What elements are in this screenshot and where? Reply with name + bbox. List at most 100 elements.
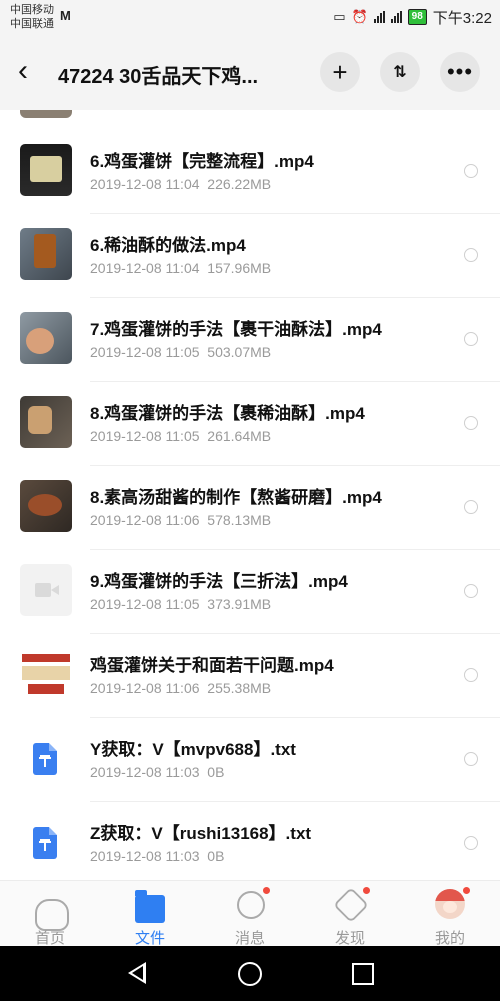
signal-icon-1 <box>373 11 385 23</box>
video-thumbnail <box>20 144 72 196</box>
file-meta: 2019-12-08 11:05 261.64MB <box>90 428 271 444</box>
system-recents-icon[interactable] <box>352 963 374 985</box>
nav-files[interactable]: 文件 <box>100 885 200 947</box>
nav-label: 消息 <box>234 930 265 947</box>
r1 <box>22 654 70 662</box>
avatar-icon <box>435 889 465 919</box>
file-name: 9.鸡蛋灌饼的手法【三折法】.mp4 <box>90 572 348 591</box>
system-nav-bar <box>0 946 500 1001</box>
stem <box>44 755 46 767</box>
sort-icon: ⇅ <box>393 64 407 81</box>
carrier-2: 中国联通 <box>10 18 54 30</box>
file-size: 261.64MB <box>207 428 272 444</box>
text-file-icon <box>33 827 57 859</box>
nav-me[interactable]: 我的 <box>400 885 500 947</box>
file-meta: 2019-12-08 11:04 226.22MB <box>90 176 271 192</box>
file-list[interactable]: 6.鸡蛋灌饼【完整流程】.mp4 2019-12-08 11:04 226.22… <box>0 110 500 880</box>
file-name: Z获取：V【rushi13168】.txt <box>90 824 312 843</box>
video-thumbnail <box>20 648 72 700</box>
file-date: 2019-12-08 <box>90 344 162 360</box>
page-title: 47224 30舌品天下鸡... <box>58 66 259 88</box>
carrier-info: 中国移动 中国联通 <box>10 3 54 31</box>
notification-dot <box>263 887 270 894</box>
file-date: 2019-12-08 <box>90 680 162 696</box>
file-size: 578.13MB <box>207 512 272 528</box>
file-row[interactable]: 8.素高汤甜酱的制作【熬酱研磨】.mp4 2019-12-08 11:06 57… <box>0 466 500 550</box>
select-radio[interactable] <box>464 416 478 430</box>
file-name: 鸡蛋灌饼关于和面若干问题.mp4 <box>90 656 334 675</box>
file-size: 0B <box>207 764 225 780</box>
file-time: 11:03 <box>165 848 200 864</box>
cast-icon: ▭ <box>333 9 346 24</box>
text-file-icon <box>33 743 57 775</box>
file-time: 11:05 <box>165 344 200 360</box>
r2 <box>22 666 70 680</box>
file-row[interactable]: 8.鸡蛋灌饼的手法【裹稀油酥】.mp4 2019-12-08 11:05 261… <box>0 382 500 466</box>
file-meta: 2019-12-08 11:05 373.91MB <box>90 596 271 612</box>
file-row[interactable]: 7.鸡蛋灌饼的手法【裹干油酥法】.mp4 2019-12-08 11:05 50… <box>0 298 500 382</box>
file-meta: 2019-12-08 11:05 503.07MB <box>90 344 271 360</box>
file-row[interactable]: 9.鸡蛋灌饼的手法【三折法】.mp4 2019-12-08 11:05 373.… <box>0 550 500 634</box>
file-time: 11:05 <box>165 596 200 612</box>
video-placeholder-thumbnail <box>20 564 72 616</box>
folder-icon <box>135 890 165 923</box>
file-date: 2019-12-08 <box>90 512 162 528</box>
file-row[interactable]: 6.稀油酥的做法.mp4 2019-12-08 11:04 157.96MB <box>0 214 500 298</box>
file-time: 11:05 <box>165 428 200 444</box>
file-size: 157.96MB <box>207 260 272 276</box>
nav-discover[interactable]: 发现 <box>300 885 400 947</box>
select-radio[interactable] <box>464 332 478 346</box>
video-camera-lens <box>51 585 59 595</box>
select-radio[interactable] <box>464 584 478 598</box>
video-thumbnail <box>20 312 72 364</box>
nav-home[interactable]: 首页 <box>0 885 100 947</box>
message-icon <box>237 891 265 919</box>
status-bar: 中国移动 中国联通 M ▭ ⏰ 98 下午3:22 <box>0 0 500 34</box>
more-button[interactable]: ••• <box>440 52 480 92</box>
status-icons: ▭ ⏰ 98 下午3:22 <box>333 8 492 27</box>
select-radio[interactable] <box>464 752 478 766</box>
file-time: 11:06 <box>165 512 200 528</box>
select-radio[interactable] <box>464 836 478 850</box>
r3 <box>28 684 64 694</box>
select-radio[interactable] <box>464 500 478 514</box>
clock: 下午3:22 <box>432 9 492 27</box>
file-time: 11:04 <box>165 176 200 192</box>
select-radio[interactable] <box>464 164 478 178</box>
nav-messages[interactable]: 消息 <box>200 885 300 947</box>
select-radio[interactable] <box>464 248 478 262</box>
hair <box>435 889 465 901</box>
video-thumbnail <box>20 228 72 280</box>
system-home-icon[interactable] <box>238 962 262 986</box>
file-row[interactable]: 6.鸡蛋灌饼【完整流程】.mp4 2019-12-08 11:04 226.22… <box>0 130 500 214</box>
nav-label: 我的 <box>434 930 465 947</box>
file-size: 226.22MB <box>207 176 272 192</box>
bottom-nav: 首页 文件 消息 发现 我的 <box>0 880 500 947</box>
nav-label: 文件 <box>134 930 165 947</box>
file-name: 7.鸡蛋灌饼的手法【裹干油酥法】.mp4 <box>90 320 382 339</box>
file-row[interactable]: 鸡蛋灌饼关于和面若干问题.mp4 2019-12-08 11:06 255.38… <box>0 634 500 718</box>
sort-button[interactable]: ⇅ <box>380 52 420 92</box>
app-notification-icon: M <box>60 8 71 23</box>
file-date: 2019-12-08 <box>90 848 162 864</box>
stem <box>44 839 46 851</box>
file-row[interactable]: Z获取：V【rushi13168】.txt 2019-12-08 11:03 0… <box>0 802 500 880</box>
file-meta: 2019-12-08 11:03 0B <box>90 764 224 780</box>
notification-dot <box>463 887 470 894</box>
add-button[interactable]: + <box>320 52 360 92</box>
file-time: 11:03 <box>165 764 200 780</box>
select-radio[interactable] <box>464 668 478 682</box>
file-date: 2019-12-08 <box>90 428 162 444</box>
plus-icon: + <box>332 56 348 87</box>
file-name: Y获取：V【mvpv688】.txt <box>90 740 296 759</box>
file-date: 2019-12-08 <box>90 596 162 612</box>
face <box>443 901 457 913</box>
alarm-icon: ⏰ <box>351 9 368 24</box>
video-thumbnail <box>20 396 72 448</box>
video-camera-icon <box>35 583 51 597</box>
signal-icon-2 <box>390 11 402 23</box>
back-button[interactable]: ‹ <box>18 56 48 88</box>
more-icon: ••• <box>446 59 474 84</box>
file-row[interactable]: Y获取：V【mvpv688】.txt 2019-12-08 11:03 0B <box>0 718 500 802</box>
doct <box>40 839 50 853</box>
